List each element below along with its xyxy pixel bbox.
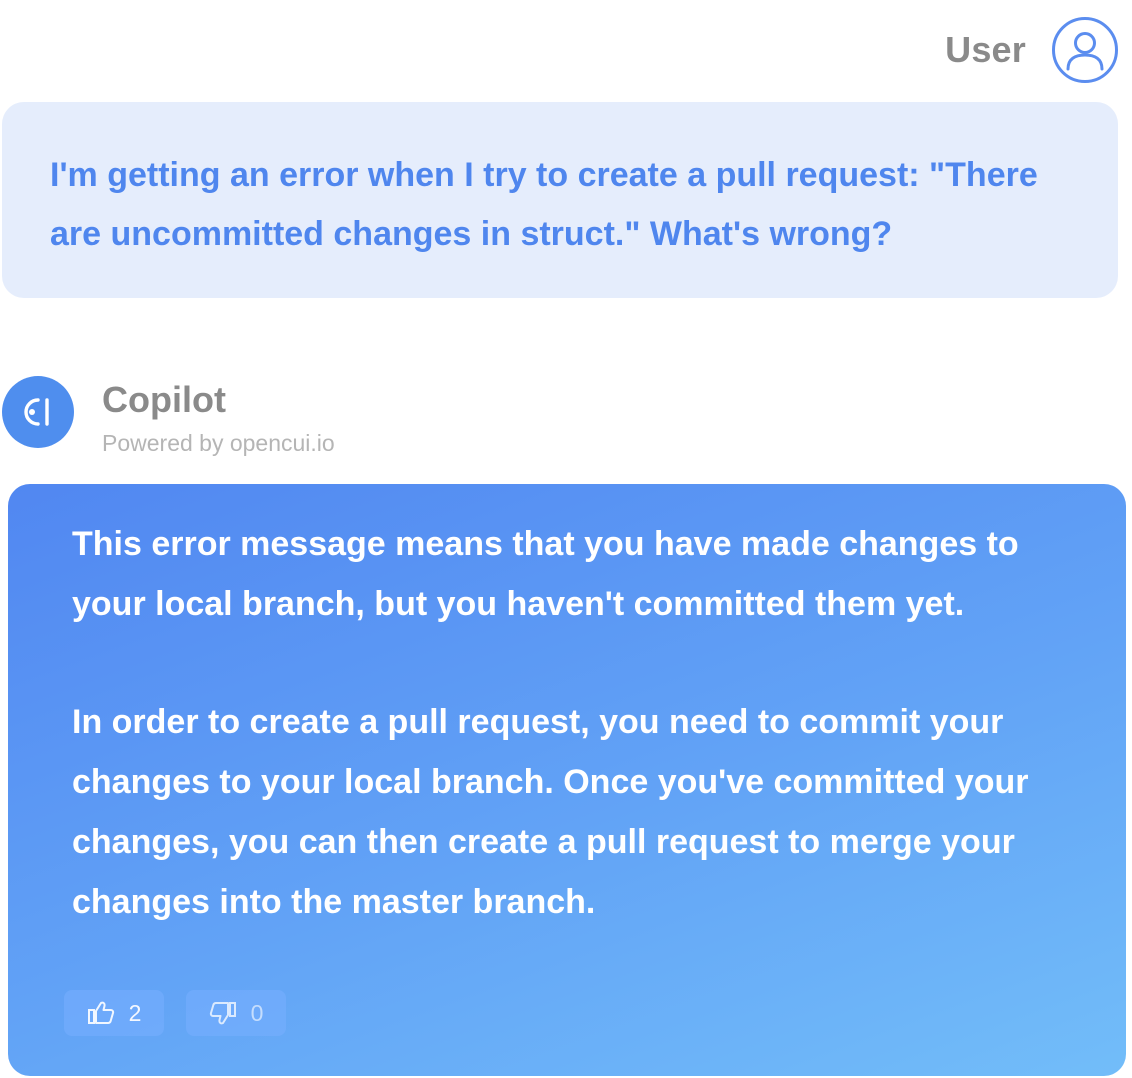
user-header: User [945, 14, 1118, 86]
feedback-bar: 2 0 [64, 990, 286, 1036]
powered-by-text: Powered by opencui.io [102, 430, 335, 456]
user-message-text: I'm getting an error when I try to creat… [50, 156, 1038, 253]
thumbs-up-icon [87, 1001, 114, 1024]
user-name: User [945, 29, 1026, 70]
user-outline-icon [1066, 32, 1104, 71]
chat-page: User I'm getting an error when I try to … [0, 0, 1132, 1078]
opencui-logo-icon [24, 398, 49, 426]
bot-message-bubble: This error message means that you have m… [8, 484, 1126, 1076]
user-avatar[interactable] [1052, 17, 1118, 83]
bot-meta: Copilot Powered by opencui.io [102, 379, 335, 457]
bot-header: Copilot Powered by opencui.io [2, 374, 335, 456]
like-button[interactable]: 2 [64, 990, 164, 1036]
user-message-bubble: I'm getting an error when I try to creat… [2, 102, 1118, 298]
dislike-count: 0 [250, 999, 264, 1026]
thumbs-down-icon [209, 1002, 236, 1025]
like-count: 2 [128, 999, 142, 1026]
dislike-button[interactable]: 0 [186, 990, 286, 1036]
bot-avatar [2, 376, 74, 448]
bot-name: Copilot [102, 379, 226, 420]
bot-paragraph-2: In order to create a pull request, you n… [72, 703, 1029, 921]
bot-paragraph-1: This error message means that you have m… [72, 525, 1019, 623]
